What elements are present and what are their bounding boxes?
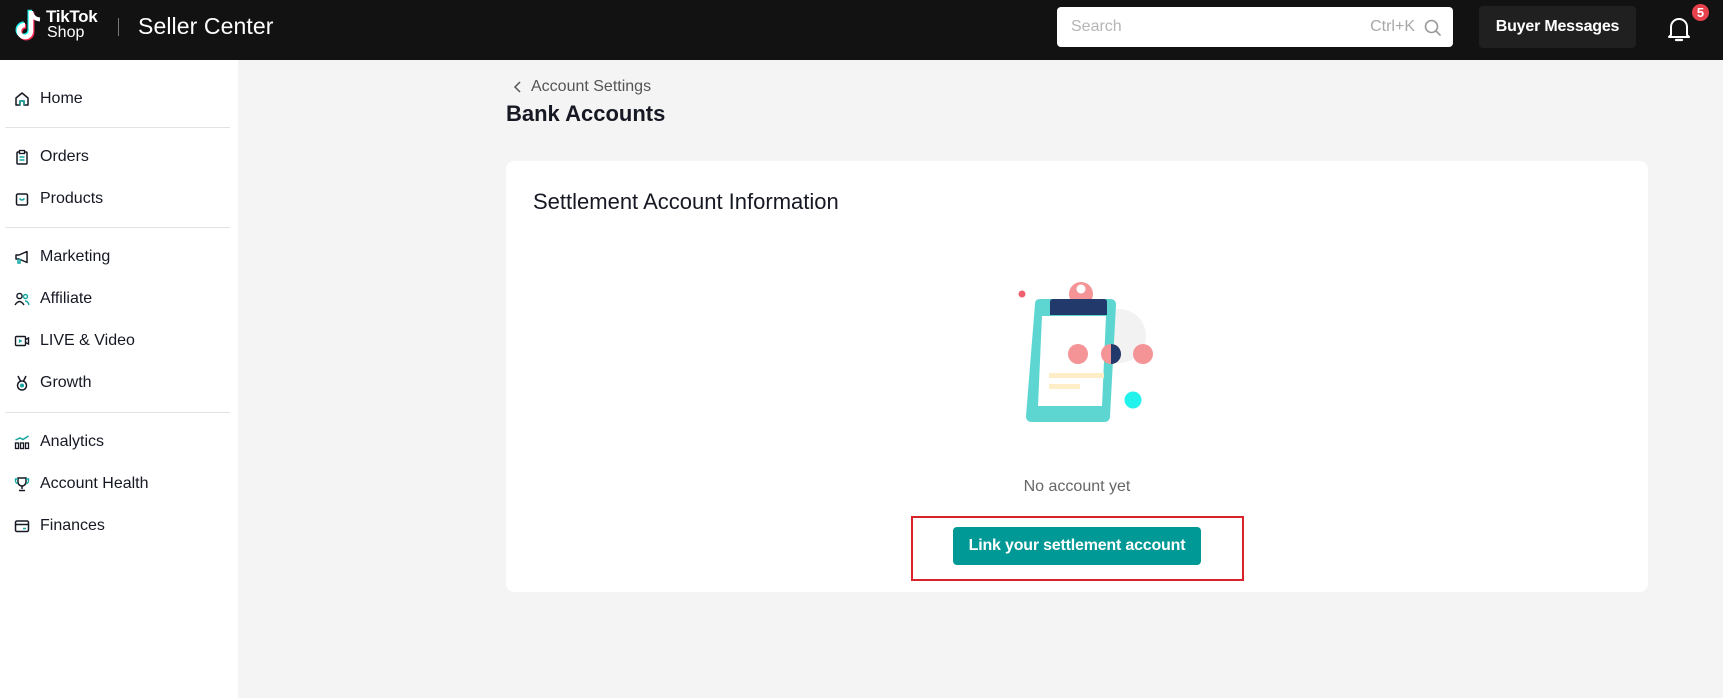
sidebar-item-label: Affiliate [40,290,93,307]
notification-badge: 5 [1691,3,1710,22]
sidebar: Home Orders Products Marketing Affiliate… [0,60,238,698]
search-input[interactable] [1071,7,1331,47]
megaphone-icon [15,250,28,264]
video-camera-icon [14,335,30,347]
top-header: TikTok Shop Seller Center Ctrl+K Buyer M… [0,0,1723,60]
sidebar-divider [5,127,230,128]
brand-wordmark[interactable]: TikTok Shop [46,7,98,41]
home-icon [15,92,29,106]
trophy-icon [14,477,30,492]
sidebar-item-label: Finances [40,517,105,534]
brand-divider [118,18,119,36]
brand-line-1: TikTok [46,7,98,26]
bell-icon[interactable] [1665,15,1693,43]
sidebar-item-label: Products [40,190,104,207]
tiktok-logo-icon[interactable] [14,9,44,43]
people-icon [14,292,30,306]
sidebar-item-label: Analytics [40,433,105,450]
sidebar-item-orders[interactable]: Orders [0,138,238,176]
search-icon[interactable] [1424,19,1441,36]
sidebar-divider [5,412,230,413]
sidebar-item-label: Marketing [40,248,111,265]
sidebar-item-growth[interactable]: Growth [0,364,238,402]
search-box[interactable]: Ctrl+K [1057,7,1453,47]
sidebar-item-account-health[interactable]: Account Health [0,465,238,503]
sidebar-divider [5,227,230,228]
page-title: Bank Accounts [506,101,666,126]
sidebar-item-live-video[interactable]: LIVE & Video [0,322,238,360]
product-box-icon [15,193,29,206]
sidebar-item-label: Home [40,90,83,107]
sidebar-item-affiliate[interactable]: Affiliate [0,280,238,318]
card-title: Settlement Account Information [533,189,839,214]
brand-line-2: Shop [47,24,85,41]
search-shortcut-hint: Ctrl+K [1370,18,1415,35]
medal-icon [16,375,28,391]
breadcrumb-label: Account Settings [531,78,652,95]
sidebar-item-analytics[interactable]: Analytics [0,423,238,461]
settlement-account-card: Settlement Account Information No accoun… [506,161,1648,592]
sidebar-item-marketing[interactable]: Marketing [0,238,238,276]
empty-clipboard-illustration [1018,282,1153,422]
sidebar-item-finances[interactable]: Finances [0,507,238,545]
buyer-messages-button[interactable]: Buyer Messages [1479,6,1636,48]
clipboard-icon [16,149,28,165]
breadcrumb-back-link[interactable]: Account Settings [512,78,651,96]
sidebar-item-label: Orders [40,148,89,165]
sidebar-item-label: Growth [40,374,92,391]
app-title: Seller Center [138,13,274,39]
sidebar-item-products[interactable]: Products [0,180,238,218]
sidebar-item-home[interactable]: Home [0,80,238,118]
bar-chart-icon [14,435,30,450]
link-settlement-account-button[interactable]: Link your settlement account [953,527,1201,565]
empty-state-text: No account yet [1023,478,1131,495]
sidebar-item-label: Account Health [40,475,149,492]
sidebar-item-label: LIVE & Video [40,332,135,349]
chevron-left-icon [513,81,521,93]
wallet-card-icon [14,520,30,533]
